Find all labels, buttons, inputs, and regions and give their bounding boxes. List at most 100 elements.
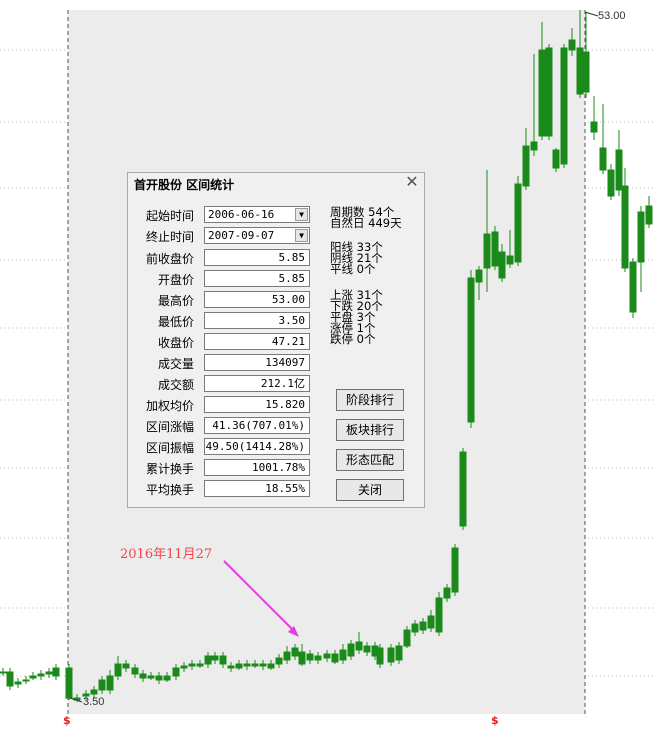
candle[interactable] bbox=[131, 667, 139, 675]
field-label: 最低价 bbox=[157, 315, 194, 329]
end-date-value: 2007-09-07 bbox=[208, 229, 275, 242]
pattern-match-button[interactable]: 形态匹配 bbox=[336, 449, 404, 471]
candle[interactable] bbox=[637, 211, 645, 263]
candle[interactable] bbox=[29, 675, 37, 679]
candle[interactable] bbox=[65, 667, 73, 699]
candle[interactable] bbox=[376, 647, 384, 665]
candle[interactable] bbox=[267, 663, 275, 669]
candle[interactable] bbox=[347, 643, 355, 657]
start-date-picker[interactable]: 2006-06-16 ▼ bbox=[204, 206, 310, 223]
candle[interactable] bbox=[196, 663, 204, 667]
sector-rank-button[interactable]: 板块排行 bbox=[336, 419, 404, 441]
candle[interactable] bbox=[427, 615, 435, 629]
candle[interactable] bbox=[395, 645, 403, 661]
candle[interactable] bbox=[259, 663, 267, 667]
candle[interactable] bbox=[629, 261, 637, 313]
candle[interactable] bbox=[155, 675, 163, 681]
candle[interactable] bbox=[98, 679, 106, 691]
candle[interactable] bbox=[22, 679, 30, 682]
candle[interactable] bbox=[419, 621, 427, 631]
candle[interactable] bbox=[491, 231, 499, 267]
candle[interactable] bbox=[227, 665, 235, 669]
candle[interactable] bbox=[163, 675, 171, 681]
start-time-label: 起始时间 bbox=[145, 209, 194, 223]
candle[interactable] bbox=[298, 651, 306, 665]
candle[interactable] bbox=[139, 673, 147, 679]
candle[interactable] bbox=[204, 655, 212, 665]
candle[interactable] bbox=[506, 255, 514, 265]
candle[interactable] bbox=[467, 277, 475, 423]
candle[interactable] bbox=[443, 587, 451, 599]
candle[interactable] bbox=[582, 51, 590, 93]
field-value: 47.21 bbox=[204, 333, 310, 350]
candle[interactable] bbox=[607, 169, 615, 197]
candle[interactable] bbox=[6, 671, 14, 687]
candle[interactable] bbox=[235, 663, 243, 669]
candle[interactable] bbox=[621, 185, 629, 269]
candle[interactable] bbox=[45, 671, 53, 675]
candle[interactable] bbox=[435, 597, 443, 633]
candle[interactable] bbox=[291, 647, 299, 657]
close-button[interactable]: 关闭 bbox=[336, 479, 404, 501]
candle[interactable] bbox=[576, 47, 584, 95]
candle[interactable] bbox=[459, 451, 467, 527]
candle[interactable] bbox=[52, 667, 60, 677]
candle[interactable] bbox=[552, 149, 560, 169]
field-value: 41.36(707.01%) bbox=[204, 417, 310, 434]
candle[interactable] bbox=[219, 655, 227, 665]
field-value: 15.820 bbox=[204, 396, 310, 413]
candle[interactable] bbox=[180, 665, 188, 669]
candle[interactable] bbox=[411, 623, 419, 633]
candle[interactable] bbox=[243, 663, 251, 667]
field-label: 累计换手 bbox=[145, 462, 194, 476]
candle[interactable] bbox=[387, 647, 395, 663]
candle[interactable] bbox=[538, 49, 546, 137]
close-icon[interactable]: ✕ bbox=[404, 174, 420, 190]
candle[interactable] bbox=[14, 681, 22, 685]
range-statistics-dialog: 首开股份 区间统计 ✕ 起始时间 2006-06-16 ▼ 终止时间 2007-… bbox=[127, 172, 425, 508]
candle[interactable] bbox=[0, 671, 7, 674]
candle[interactable] bbox=[306, 653, 314, 661]
candle[interactable] bbox=[188, 663, 196, 667]
candle[interactable] bbox=[339, 649, 347, 661]
candle[interactable] bbox=[530, 141, 538, 151]
candle[interactable] bbox=[211, 655, 219, 661]
chevron-down-icon[interactable]: ▼ bbox=[295, 229, 308, 242]
candle[interactable] bbox=[615, 149, 623, 191]
candle[interactable] bbox=[645, 205, 653, 225]
candle[interactable] bbox=[355, 641, 363, 651]
candle[interactable] bbox=[114, 663, 122, 677]
candle[interactable] bbox=[498, 251, 506, 279]
candle[interactable] bbox=[331, 653, 339, 663]
candle[interactable] bbox=[363, 645, 371, 653]
candle[interactable] bbox=[323, 653, 331, 659]
dialog-title: 首开股份 区间统计 bbox=[134, 178, 235, 192]
candle[interactable] bbox=[275, 657, 283, 665]
candle[interactable] bbox=[147, 675, 155, 679]
candle[interactable] bbox=[122, 663, 130, 669]
candle[interactable] bbox=[106, 675, 114, 691]
candle[interactable] bbox=[560, 47, 568, 165]
end-date-picker[interactable]: 2007-09-07 ▼ bbox=[204, 227, 310, 244]
chevron-down-icon[interactable]: ▼ bbox=[295, 208, 308, 221]
chart-annotation: 2016年11月27 bbox=[120, 547, 213, 562]
candle[interactable] bbox=[522, 145, 530, 187]
candle[interactable] bbox=[451, 547, 459, 593]
candle[interactable] bbox=[283, 651, 291, 661]
candle[interactable] bbox=[251, 663, 259, 667]
candle[interactable] bbox=[403, 629, 411, 647]
candle[interactable] bbox=[37, 673, 45, 677]
candle[interactable] bbox=[514, 183, 522, 263]
candle[interactable] bbox=[172, 667, 180, 677]
stage-rank-button[interactable]: 阶段排行 bbox=[336, 389, 404, 411]
candle[interactable] bbox=[590, 121, 598, 133]
candle[interactable] bbox=[475, 269, 483, 283]
candle[interactable] bbox=[599, 147, 607, 171]
high-price-label: 53.00 bbox=[598, 10, 626, 22]
field-label: 区间振幅 bbox=[145, 441, 194, 455]
candle[interactable] bbox=[568, 39, 576, 51]
candle[interactable] bbox=[545, 47, 553, 137]
candle[interactable] bbox=[90, 689, 98, 695]
candle[interactable] bbox=[314, 655, 322, 661]
candle[interactable] bbox=[483, 233, 491, 269]
